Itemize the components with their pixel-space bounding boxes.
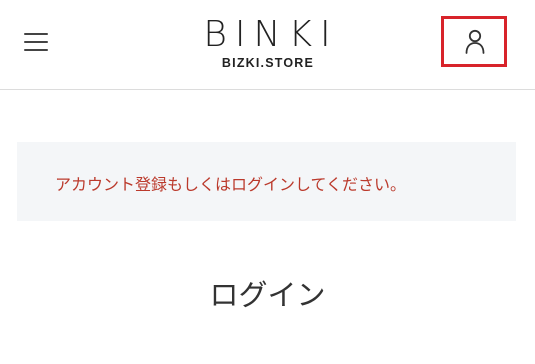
site-header: BINKI BIZKI.STORE [0, 0, 535, 90]
account-button[interactable] [441, 16, 507, 67]
logo-mark: BINKI [203, 14, 339, 55]
login-notice: アカウント登録もしくはログインしてください。 [17, 142, 516, 221]
notice-message: アカウント登録もしくはログインしてください。 [55, 175, 407, 194]
logo-subtitle: BIZKI.STORE [221, 56, 315, 70]
user-account-icon [465, 29, 485, 54]
site-logo[interactable]: BINKI BIZKI.STORE [195, 16, 341, 74]
hamburger-menu-icon[interactable] [24, 31, 50, 51]
page-title: ログイン [209, 278, 326, 312]
